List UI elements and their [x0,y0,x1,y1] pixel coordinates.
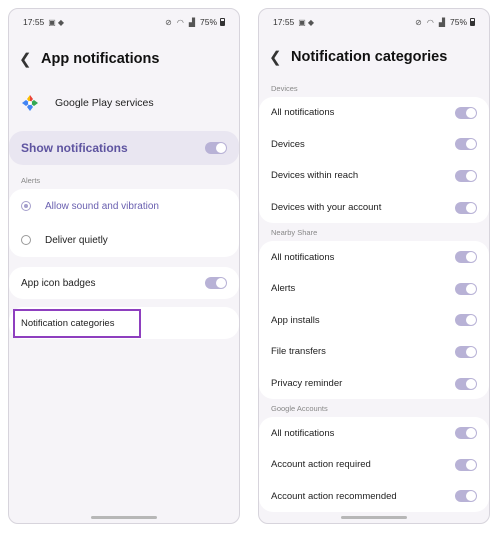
category-toggle[interactable] [455,458,477,471]
category-toggle[interactable] [455,377,477,390]
deliver-quietly-label: Deliver quietly [45,234,108,246]
devices-section-label: Devices [271,83,298,93]
notification-categories-row[interactable]: Notification categories [9,307,239,339]
category-toggle[interactable] [455,345,477,358]
category-row[interactable]: Devices with your account [259,192,489,224]
category-row[interactable]: File transfers [259,336,489,368]
status-time: 17:55 [23,17,45,27]
page-title: App notifications [41,51,160,67]
wifi-icon: ◠ [176,17,184,27]
mute-icon: ⊘ [415,17,422,27]
category-label: Devices [271,138,305,150]
mute-icon: ⊘ [165,17,172,27]
page-title: Notification categories [291,49,448,65]
nearby-share-section-label: Nearby Share [271,227,318,237]
category-toggle[interactable] [455,282,477,295]
category-label: Privacy reminder [271,378,343,390]
category-row[interactable]: Alerts [259,273,489,305]
category-toggle[interactable] [455,169,477,182]
app-icon-badges-toggle[interactable] [205,277,227,289]
category-row[interactable]: Devices within reach [259,160,489,192]
app-icon-badges-row[interactable]: App icon badges [9,267,239,299]
category-row[interactable]: All notifications [259,97,489,129]
category-row[interactable]: Devices [259,129,489,161]
category-row[interactable]: All notifications [259,241,489,273]
battery-percent: 75% [449,17,467,27]
category-label: File transfers [271,346,326,358]
back-arrow-icon[interactable]: ❮ [269,50,291,65]
google-play-services-icon [21,94,39,112]
home-indicator[interactable] [341,516,407,519]
category-toggle[interactable] [455,138,477,151]
category-toggle[interactable] [455,251,477,264]
alerts-section-label: Alerts [21,175,41,185]
battery-icon [220,18,225,26]
category-label: Devices with your account [271,202,382,214]
category-label: Account action recommended [271,490,397,502]
category-label: Devices within reach [271,170,359,182]
category-row[interactable]: All notifications [259,417,489,449]
show-notifications-toggle[interactable] [205,142,227,154]
category-label: All notifications [271,107,335,119]
google-accounts-section-label: Google Accounts [271,403,328,413]
notification-categories-screen: 17:55 ▣ ◆ ⊘ ◠ ▟ 75% ❮ Notification categ… [258,8,490,524]
category-row[interactable]: Privacy reminder [259,368,489,400]
show-notifications-row[interactable]: Show notifications [9,131,239,165]
status-time: 17:55 [273,17,295,27]
category-label: All notifications [271,251,335,263]
app-notifications-screen: 17:55 ▣ ◆ ⊘ ◠ ▟ 75% ❮ App notifications … [8,8,240,524]
category-label: Alerts [271,283,296,295]
allow-sound-option[interactable]: Allow sound and vibration [9,189,239,223]
category-toggle[interactable] [455,201,477,214]
devices-card: All notifications Devices Devices within… [259,97,489,224]
status-bar: 17:55 ▣ ◆ ⊘ ◠ ▟ 75% [9,9,239,35]
status-bar: 17:55 ▣ ◆ ⊘ ◠ ▟ 75% [259,9,489,35]
category-label: Account action required [271,459,371,471]
app-notification-icon: ◆ [307,17,314,27]
header: ❮ Notification categories [259,35,489,79]
wifi-icon: ◠ [426,17,434,27]
category-toggle[interactable] [455,490,477,503]
deliver-quietly-radio[interactable] [21,235,31,245]
allow-sound-label: Allow sound and vibration [45,200,159,212]
alerts-card: Allow sound and vibration Deliver quietl… [9,189,239,257]
app-name: Google Play services [55,97,154,109]
signal-icon: ▟ [438,17,445,27]
back-arrow-icon[interactable]: ❮ [19,52,41,67]
category-toggle[interactable] [455,106,477,119]
app-icon-badges-label: App icon badges [21,277,96,289]
show-notifications-label: Show notifications [21,141,128,155]
notification-categories-label: Notification categories [21,317,115,329]
battery-icon [470,18,475,26]
signal-icon: ▟ [188,17,195,27]
category-toggle[interactable] [455,314,477,327]
battery-percent: 75% [199,17,217,27]
nearby-share-card: All notifications Alerts App installs Fi… [259,241,489,400]
category-toggle[interactable] [455,427,477,440]
app-info-row: Google Play services [9,85,239,121]
header: ❮ App notifications [9,35,239,83]
gallery-notification-icon: ▣ [298,17,306,27]
category-row[interactable]: App installs [259,305,489,337]
home-indicator[interactable] [91,516,157,519]
category-label: All notifications [271,427,335,439]
allow-sound-radio[interactable] [21,201,31,211]
gallery-notification-icon: ▣ [48,17,56,27]
category-row[interactable]: Account action required [259,449,489,481]
category-label: App installs [271,314,320,326]
app-notification-icon: ◆ [57,17,64,27]
google-accounts-card: All notifications Account action require… [259,417,489,513]
deliver-quietly-option[interactable]: Deliver quietly [9,223,239,257]
category-row[interactable]: Account action recommended [259,481,489,513]
